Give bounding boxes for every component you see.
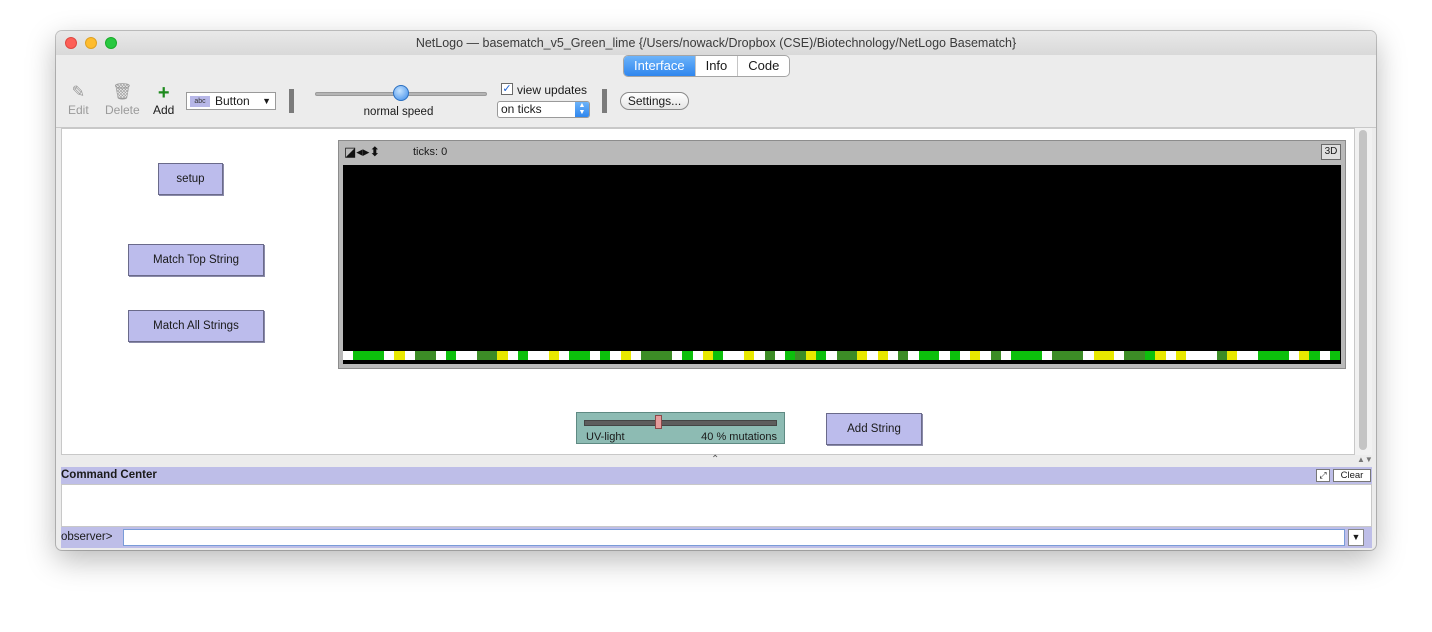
close-window-button[interactable]	[65, 37, 77, 49]
speed-label: normal speed	[363, 106, 434, 118]
command-center-title: Command Center	[61, 469, 157, 481]
command-input[interactable]	[123, 529, 1345, 546]
view-3d-button[interactable]: 3D	[1321, 144, 1341, 160]
edit-button[interactable]: ✎ Edit	[68, 83, 89, 117]
observer-prompt: observer>	[61, 531, 113, 543]
uv-light-slider[interactable]: UV-light 40 % mutations	[576, 412, 785, 444]
title-bar[interactable]: NetLogo — basematch_v5_Green_lime {/User…	[56, 31, 1376, 55]
interface-toolbar: ✎ Edit 🗑 Delete + Add abc Button ▼ norma…	[56, 77, 1376, 128]
speed-slider-knob[interactable]	[393, 85, 409, 101]
add-button[interactable]: + Add	[153, 83, 174, 117]
add-string-button[interactable]: Add String	[826, 413, 922, 445]
match-all-strings-button[interactable]: Match All Strings	[128, 310, 264, 342]
vertical-scrollbar[interactable]: ▲▼	[1355, 128, 1373, 464]
settings-button[interactable]: Settings...	[620, 92, 689, 110]
setup-button[interactable]: setup	[158, 163, 223, 195]
minimize-window-button[interactable]	[85, 37, 97, 49]
world-canvas[interactable]	[343, 165, 1341, 364]
command-history-dropdown-icon[interactable]: ▼	[1348, 529, 1364, 546]
delete-label: Delete	[105, 103, 140, 117]
view-updates-label: view updates	[517, 83, 588, 97]
pencil-icon: ✎	[71, 84, 86, 101]
tab-code[interactable]: Code	[738, 56, 789, 76]
command-input-row: observer> ▼	[61, 527, 1372, 548]
horizontal-arrows-icon[interactable]: ◂▸	[356, 144, 369, 159]
view-updates-checkbox[interactable]: ✓	[501, 83, 513, 95]
stepper-arrows-icon: ▲ ▼	[575, 102, 589, 117]
vertical-arrows-icon[interactable]: ⬍	[369, 144, 380, 159]
slider-track[interactable]	[584, 420, 777, 426]
button-widget-icon: abc	[190, 96, 210, 107]
clear-button[interactable]: Clear	[1333, 469, 1371, 482]
match-top-string-button[interactable]: Match Top String	[128, 244, 264, 276]
netlogo-window: NetLogo — basematch_v5_Green_lime {/User…	[56, 31, 1376, 550]
view-reset-icon[interactable]: ◪	[344, 144, 356, 159]
toolbar-divider	[602, 89, 607, 113]
command-center-output	[61, 484, 1372, 527]
chevron-down-icon: ▼	[262, 96, 271, 106]
base-string-strip	[343, 351, 1341, 360]
base-cell	[1335, 351, 1341, 360]
scrollbar-thumb[interactable]	[1359, 130, 1367, 450]
expand-icon[interactable]: ⤢	[1316, 469, 1330, 482]
window-title: NetLogo — basematch_v5_Green_lime {/User…	[415, 36, 1017, 50]
add-label: Add	[153, 103, 175, 117]
edit-label: Edit	[68, 103, 89, 117]
widget-type-value: Button	[215, 94, 250, 108]
trash-icon: 🗑	[112, 84, 133, 101]
tab-info[interactable]: Info	[696, 56, 739, 76]
update-mode-value: on ticks	[501, 102, 542, 116]
slider-value: 40 % mutations	[701, 431, 777, 443]
widget-type-select[interactable]: abc Button ▼	[186, 92, 276, 110]
delete-button[interactable]: 🗑 Delete	[105, 83, 140, 117]
update-mode-select[interactable]: on ticks ▲ ▼	[497, 101, 590, 118]
command-center-header: Command Center ⤢ Clear	[61, 467, 1372, 484]
view-controls[interactable]: ◪◂▸⬍	[344, 145, 380, 159]
slider-knob[interactable]	[655, 415, 663, 429]
world-view: ◪◂▸⬍ ticks: 0 3D	[338, 140, 1346, 369]
tab-bar: Interface Info Code	[623, 55, 791, 77]
tab-interface[interactable]: Interface	[624, 56, 696, 76]
plus-icon: +	[157, 82, 170, 104]
slider-name: UV-light	[586, 431, 625, 443]
toolbar-divider	[289, 89, 294, 113]
scroll-arrows-icon[interactable]: ▲▼	[1357, 455, 1373, 464]
ticks-counter: ticks: 0	[413, 146, 448, 158]
zoom-window-button[interactable]	[105, 37, 117, 49]
splitter-handle-icon[interactable]: ⌃	[711, 454, 719, 465]
